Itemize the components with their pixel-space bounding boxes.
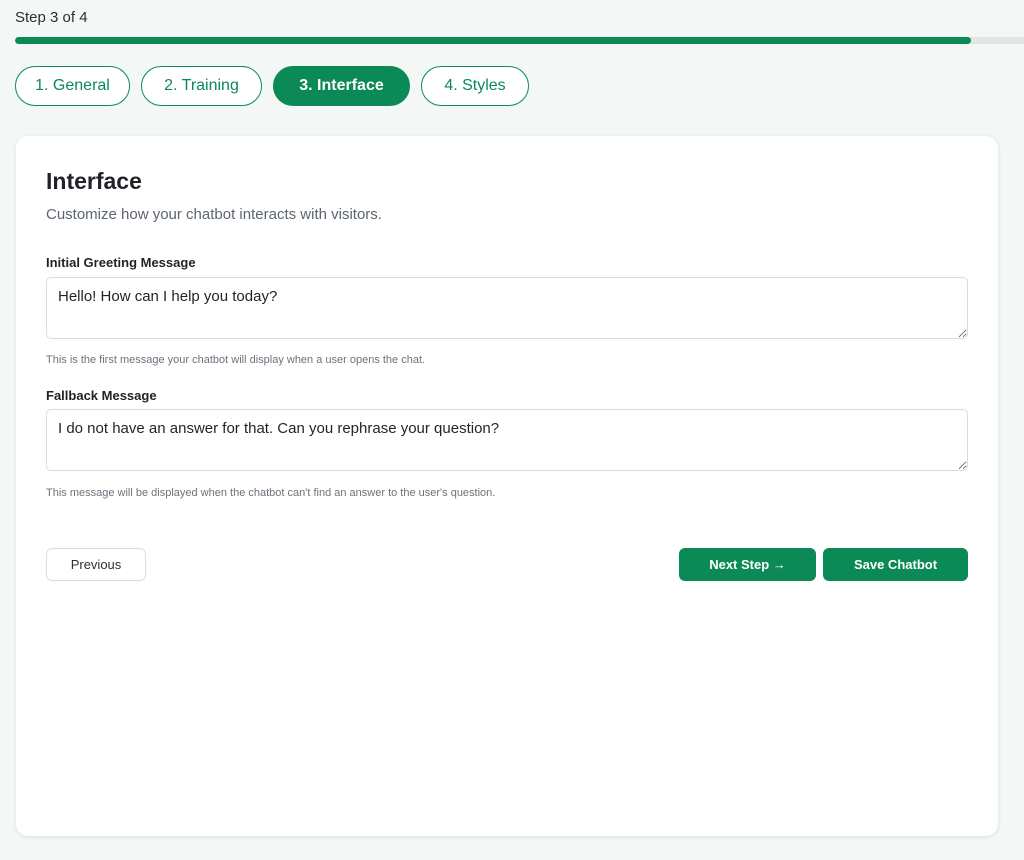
greeting-hint: This is the first message your chatbot w… — [46, 354, 426, 366]
previous-button[interactable]: Previous — [46, 548, 146, 581]
fallback-label: Fallback Message — [46, 388, 157, 403]
page-subtitle: Customize how your chatbot interacts wit… — [46, 206, 382, 223]
page-title: Interface — [46, 168, 142, 194]
tab-interface[interactable]: 3. Interface — [273, 66, 410, 106]
progress-bar — [15, 37, 1024, 44]
interface-card: Interface Customize how your chatbot int… — [16, 136, 998, 836]
tab-general[interactable]: 1. General — [15, 66, 130, 106]
next-step-button[interactable]: Next Step → — [679, 548, 816, 581]
tab-styles[interactable]: 4. Styles — [421, 66, 529, 106]
step-tabs: 1. General 2. Training 3. Interface 4. S… — [15, 66, 529, 106]
tab-training[interactable]: 2. Training — [141, 66, 262, 106]
greeting-textarea[interactable]: Hello! How can I help you today? — [46, 277, 968, 339]
greeting-label: Initial Greeting Message — [46, 255, 196, 270]
save-chatbot-button[interactable]: Save Chatbot — [823, 548, 968, 581]
progress-bar-fill — [15, 37, 971, 44]
fallback-hint: This message will be displayed when the … — [46, 487, 496, 499]
step-label: Step 3 of 4 — [15, 9, 88, 26]
fallback-textarea[interactable]: I do not have an answer for that. Can yo… — [46, 409, 968, 471]
